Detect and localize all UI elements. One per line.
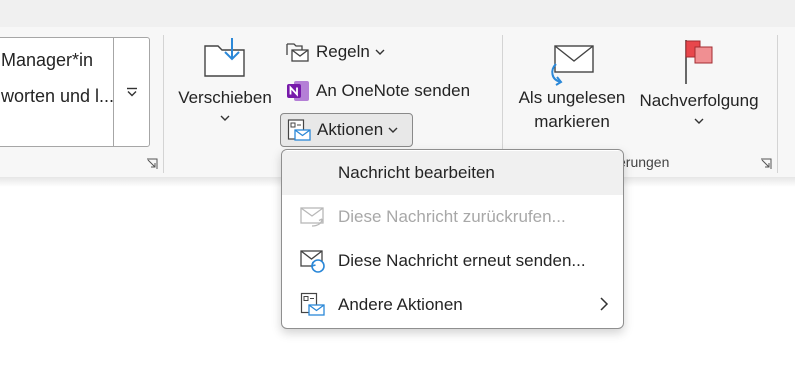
quick-steps-gallery[interactable]: Manager*in worten und l... xyxy=(0,37,150,147)
actions-label: Aktionen xyxy=(317,120,384,139)
rules-icon xyxy=(286,43,309,62)
move-button-label: Verschieben xyxy=(178,88,272,107)
move-folder-icon xyxy=(204,38,245,77)
menu-item-label: Andere Aktionen xyxy=(338,295,463,314)
chevron-right-icon xyxy=(600,297,609,311)
follow-up-button[interactable]: Nachverfolgung xyxy=(633,38,765,125)
chevron-down-icon xyxy=(220,115,230,121)
rules-label: Regeln xyxy=(316,42,370,61)
menu-item-resend-message[interactable]: Diese Nachricht erneut senden... xyxy=(282,239,623,283)
actions-dropdown-menu: Nachricht bearbeiten Diese Nachricht zur… xyxy=(281,149,624,329)
gallery-item-1[interactable]: Manager*in xyxy=(1,50,93,71)
quick-steps-dialog-launcher-icon[interactable] xyxy=(146,158,158,170)
menu-item-label: Diese Nachricht erneut senden... xyxy=(338,251,586,270)
onenote-icon xyxy=(287,81,309,101)
menu-item-other-actions[interactable]: Andere Aktionen xyxy=(282,283,623,327)
menu-item-recall-message: Diese Nachricht zurückrufen... xyxy=(282,195,623,239)
recall-message-icon xyxy=(300,207,324,227)
group-separator xyxy=(777,35,778,173)
flag-icon xyxy=(685,40,713,84)
title-bar-strip xyxy=(0,0,795,27)
send-to-onenote-button[interactable]: An OneNote senden xyxy=(286,76,470,106)
tags-group-label: erungen xyxy=(618,154,670,170)
tags-dialog-launcher-icon[interactable] xyxy=(760,158,772,170)
mark-unread-button[interactable]: Als ungelesen markieren xyxy=(510,42,634,134)
mark-unread-icon xyxy=(551,45,594,86)
mark-unread-label-line2: markieren xyxy=(534,112,610,131)
menu-item-edit-message[interactable]: Nachricht bearbeiten xyxy=(282,151,623,195)
move-button[interactable]: Verschieben xyxy=(172,38,278,122)
menu-item-label: Nachricht bearbeiten xyxy=(338,163,495,182)
menu-item-label: Diese Nachricht zurückrufen... xyxy=(338,207,566,226)
rules-button[interactable]: Regeln xyxy=(286,37,391,67)
gallery-more-icon xyxy=(127,87,137,97)
follow-up-label: Nachverfolgung xyxy=(639,91,759,110)
resend-message-icon xyxy=(300,250,325,273)
actions-icon xyxy=(287,119,311,141)
other-actions-icon xyxy=(300,292,325,316)
onenote-label: An OneNote senden xyxy=(316,81,471,100)
actions-button[interactable]: Aktionen xyxy=(280,113,414,147)
mark-unread-label-line1: Als ungelesen xyxy=(518,88,626,107)
chevron-down-icon xyxy=(375,49,385,55)
gallery-more-button[interactable] xyxy=(113,38,150,146)
group-separator xyxy=(163,35,164,173)
gallery-item-2[interactable]: worten und l... xyxy=(1,86,114,107)
chevron-down-icon xyxy=(388,127,398,133)
chevron-down-icon xyxy=(694,118,704,124)
